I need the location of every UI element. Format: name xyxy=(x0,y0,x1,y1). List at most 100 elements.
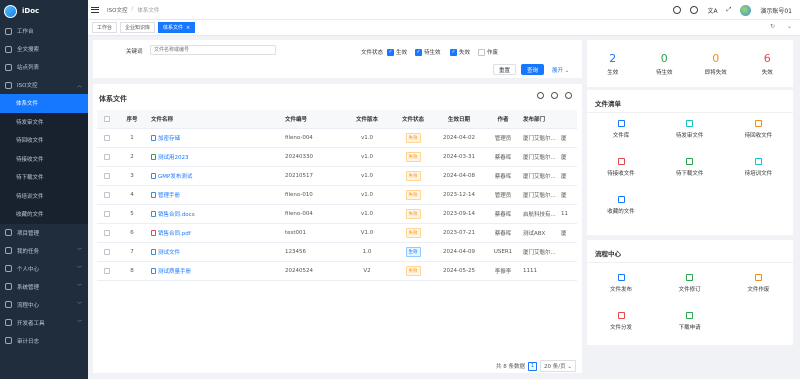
tab-label: 工作台 xyxy=(97,25,113,31)
sidebar-item-fulltext-search[interactable]: 全文搜索 xyxy=(0,40,88,58)
refresh-icon[interactable] xyxy=(537,92,544,99)
fullscreen-icon[interactable]: ⤢ xyxy=(727,6,732,14)
shortcut-item[interactable]: 下载申请 xyxy=(656,312,724,331)
file-name-link[interactable]: 销售合同.pdf xyxy=(158,229,191,237)
compass-icon[interactable] xyxy=(673,6,682,14)
shortcut-item[interactable]: 文件分发 xyxy=(587,312,655,331)
file-name-link[interactable]: 测试用2023 xyxy=(158,153,189,161)
sidebar-item-dev-tools[interactable]: 开发者工具 ﹀ xyxy=(0,314,88,332)
sidebar-subitem-favorites[interactable]: 收藏的文件 xyxy=(0,205,88,224)
shortcut-item[interactable]: 文件修订 xyxy=(656,274,724,293)
shortcut-item[interactable]: 待下载文件 xyxy=(656,158,724,177)
status-checkbox-pending[interactable]: ✓ 待生效 xyxy=(415,48,441,56)
file-name-link[interactable]: 测试文件 xyxy=(158,248,180,256)
sidebar-item-iso-docs[interactable]: ISO文控 ︿ xyxy=(0,76,88,94)
shortcut-item[interactable]: 文件作废 xyxy=(724,274,792,293)
sidebar-item-label: ISO文控 xyxy=(17,83,38,89)
row-checkbox[interactable] xyxy=(97,192,117,198)
table-row[interactable]: 8 测试质量手册 20240524 V2 失效 2024-05-25 李振李 1111 xyxy=(97,262,577,281)
shortcut-item[interactable]: 文件库 xyxy=(587,120,655,139)
breadcrumb-item[interactable]: ISO文控 xyxy=(107,6,127,14)
table-row[interactable]: 7 测试文件 123456 1.0 生效 2024-04-09 USER1 厦门艾魁尔... xyxy=(97,243,577,262)
file-name-link[interactable]: GMP发布测试 xyxy=(158,172,192,180)
tab-knowledge-base[interactable]: 企业知识库 xyxy=(120,22,156,33)
column-height-icon[interactable] xyxy=(551,92,558,99)
chevron-up-icon: ︿ xyxy=(76,82,82,89)
checkbox-checked-icon: ✓ xyxy=(450,48,457,56)
user-name[interactable]: 演示账号01 xyxy=(760,6,792,15)
query-button[interactable]: 查询 xyxy=(521,64,544,75)
shortcut-item[interactable]: 收藏的文件 xyxy=(587,196,655,215)
sidebar-subitem-pending-review[interactable]: 待发审文件 xyxy=(0,112,88,131)
sidebar-item-system-admin[interactable]: 系统管理 ﹀ xyxy=(0,278,88,296)
stat-item[interactable]: 0 即将失效 xyxy=(690,40,742,87)
refresh-icon[interactable]: ↻ xyxy=(770,23,775,30)
table-row[interactable]: 3 GMP发布测试 20210517 v1.0 失效 2024-04-08 蔡春晖 厦门艾魁尔… xyxy=(97,167,577,186)
shortcut-item[interactable]: 待回收文件 xyxy=(724,120,792,139)
shortcut-icon xyxy=(617,274,625,281)
avatar[interactable] xyxy=(740,4,752,16)
sidebar-item-my-tasks[interactable]: 我的任务 ﹀ xyxy=(0,242,88,260)
overflow-cell: 厦 xyxy=(561,231,567,237)
table-row[interactable]: 1 加密存储 fileno-004 v1.0 失效 2024-04-02 管理员 厦门艾魁尔.… xyxy=(97,129,577,148)
select-all-checkbox[interactable] xyxy=(97,116,117,122)
github-icon[interactable] xyxy=(690,6,699,14)
row-checkbox[interactable] xyxy=(97,135,117,141)
table-row[interactable]: 4 管理手册 fileno-010 v1.0 失效 2023-12-14 管理员 厦门艾魁尔.… xyxy=(97,186,577,205)
tab-workbench[interactable]: 工作台 xyxy=(92,22,118,33)
stat-item[interactable]: 2 生效 xyxy=(587,40,639,87)
file-name-link[interactable]: 加密存储 xyxy=(158,134,180,142)
department: 1111 xyxy=(523,268,537,274)
sidebar-item-site-list[interactable]: 站点列表 xyxy=(0,58,88,76)
file-name-link[interactable]: 销售合同.docx xyxy=(158,210,195,218)
status-checkbox-void[interactable]: 作废 xyxy=(478,48,498,56)
row-checkbox[interactable] xyxy=(97,230,117,236)
stat-item[interactable]: 6 失效 xyxy=(742,40,794,87)
sidebar-item-projects[interactable]: 项目管理 xyxy=(0,224,88,242)
page-size-select[interactable]: 20 条/页 ⌄ xyxy=(540,360,576,372)
sidebar-subitem-pending-training[interactable]: 待培训文件 xyxy=(0,186,88,205)
sidebar-subitem-system-files[interactable]: 体系文件 xyxy=(0,94,88,113)
sidebar-item-personal-center[interactable]: 个人中心 ﹀ xyxy=(0,260,88,278)
status-checkbox-expired[interactable]: ✓ 失效 xyxy=(450,48,470,56)
table-row[interactable]: 6 销售合同.pdf test001 V1.0 失效 2023-07-21 蔡春晖 测试ABX… xyxy=(97,224,577,243)
status-cell: 失效 xyxy=(393,228,433,238)
gear-icon xyxy=(5,283,12,290)
file-name-link[interactable]: 管理手册 xyxy=(158,191,180,199)
row-checkbox[interactable] xyxy=(97,154,117,160)
sidebar-item-workbench[interactable]: 工作台 xyxy=(0,22,88,40)
row-checkbox[interactable] xyxy=(97,268,117,274)
shortcut-item[interactable]: 待发审文件 xyxy=(656,120,724,139)
sidebar-item-label: 系统管理 xyxy=(17,284,40,291)
row-checkbox[interactable] xyxy=(97,211,117,217)
settings-icon[interactable] xyxy=(565,92,572,99)
file-table-panel: 体系文件 序号 文件名称 文件编号 文件版本 文件状态 生效日期 作者 发布部门… xyxy=(93,84,582,373)
page-button[interactable]: 1 xyxy=(528,361,538,371)
sidebar-item-audit-log[interactable]: 审计日志 xyxy=(0,332,88,350)
sidebar-subitem-pending-receive[interactable]: 待接收文件 xyxy=(0,149,88,168)
sidebar-subitem-pending-download[interactable]: 待下载文件 xyxy=(0,168,88,187)
expand-toggle[interactable]: 展开 ⌄ xyxy=(552,66,569,74)
tab-system-files[interactable]: 体系文件 × xyxy=(158,22,196,33)
chevron-down-icon[interactable]: ⌄ xyxy=(787,23,792,30)
menu-toggle-icon[interactable] xyxy=(91,6,99,13)
sidebar-item-process-center[interactable]: 流程中心 ﹀ xyxy=(0,296,88,314)
status-cell: 生效 xyxy=(393,247,433,257)
log-icon xyxy=(5,337,12,344)
shortcut-item[interactable]: 待接收文件 xyxy=(587,158,655,177)
shortcut-item[interactable]: 待培训文件 xyxy=(724,158,792,177)
row-checkbox[interactable] xyxy=(97,249,117,255)
logo[interactable]: iDoc xyxy=(0,0,88,22)
close-icon[interactable]: × xyxy=(186,25,190,31)
reset-button[interactable]: 重置 xyxy=(493,64,516,75)
shortcut-item[interactable]: 文件发布 xyxy=(587,274,655,293)
sidebar-subitem-pending-recall[interactable]: 待回收文件 xyxy=(0,131,88,150)
status-checkbox-effective[interactable]: ✓ 生效 xyxy=(387,48,407,56)
table-row[interactable]: 5 销售合同.docx fileno-004 v1.0 失效 2023-09-14 蔡春晖 启… xyxy=(97,205,577,224)
stat-item[interactable]: 0 待生效 xyxy=(639,40,691,87)
row-checkbox[interactable] xyxy=(97,173,117,179)
keyword-input[interactable] xyxy=(150,45,276,55)
translate-icon[interactable]: 文A xyxy=(707,6,717,15)
file-name-link[interactable]: 测试质量手册 xyxy=(158,267,191,275)
table-row[interactable]: 2 测试用2023 20240330 v1.0 失效 2024-03-31 蔡春晖 厦门艾魁尔… xyxy=(97,148,577,167)
